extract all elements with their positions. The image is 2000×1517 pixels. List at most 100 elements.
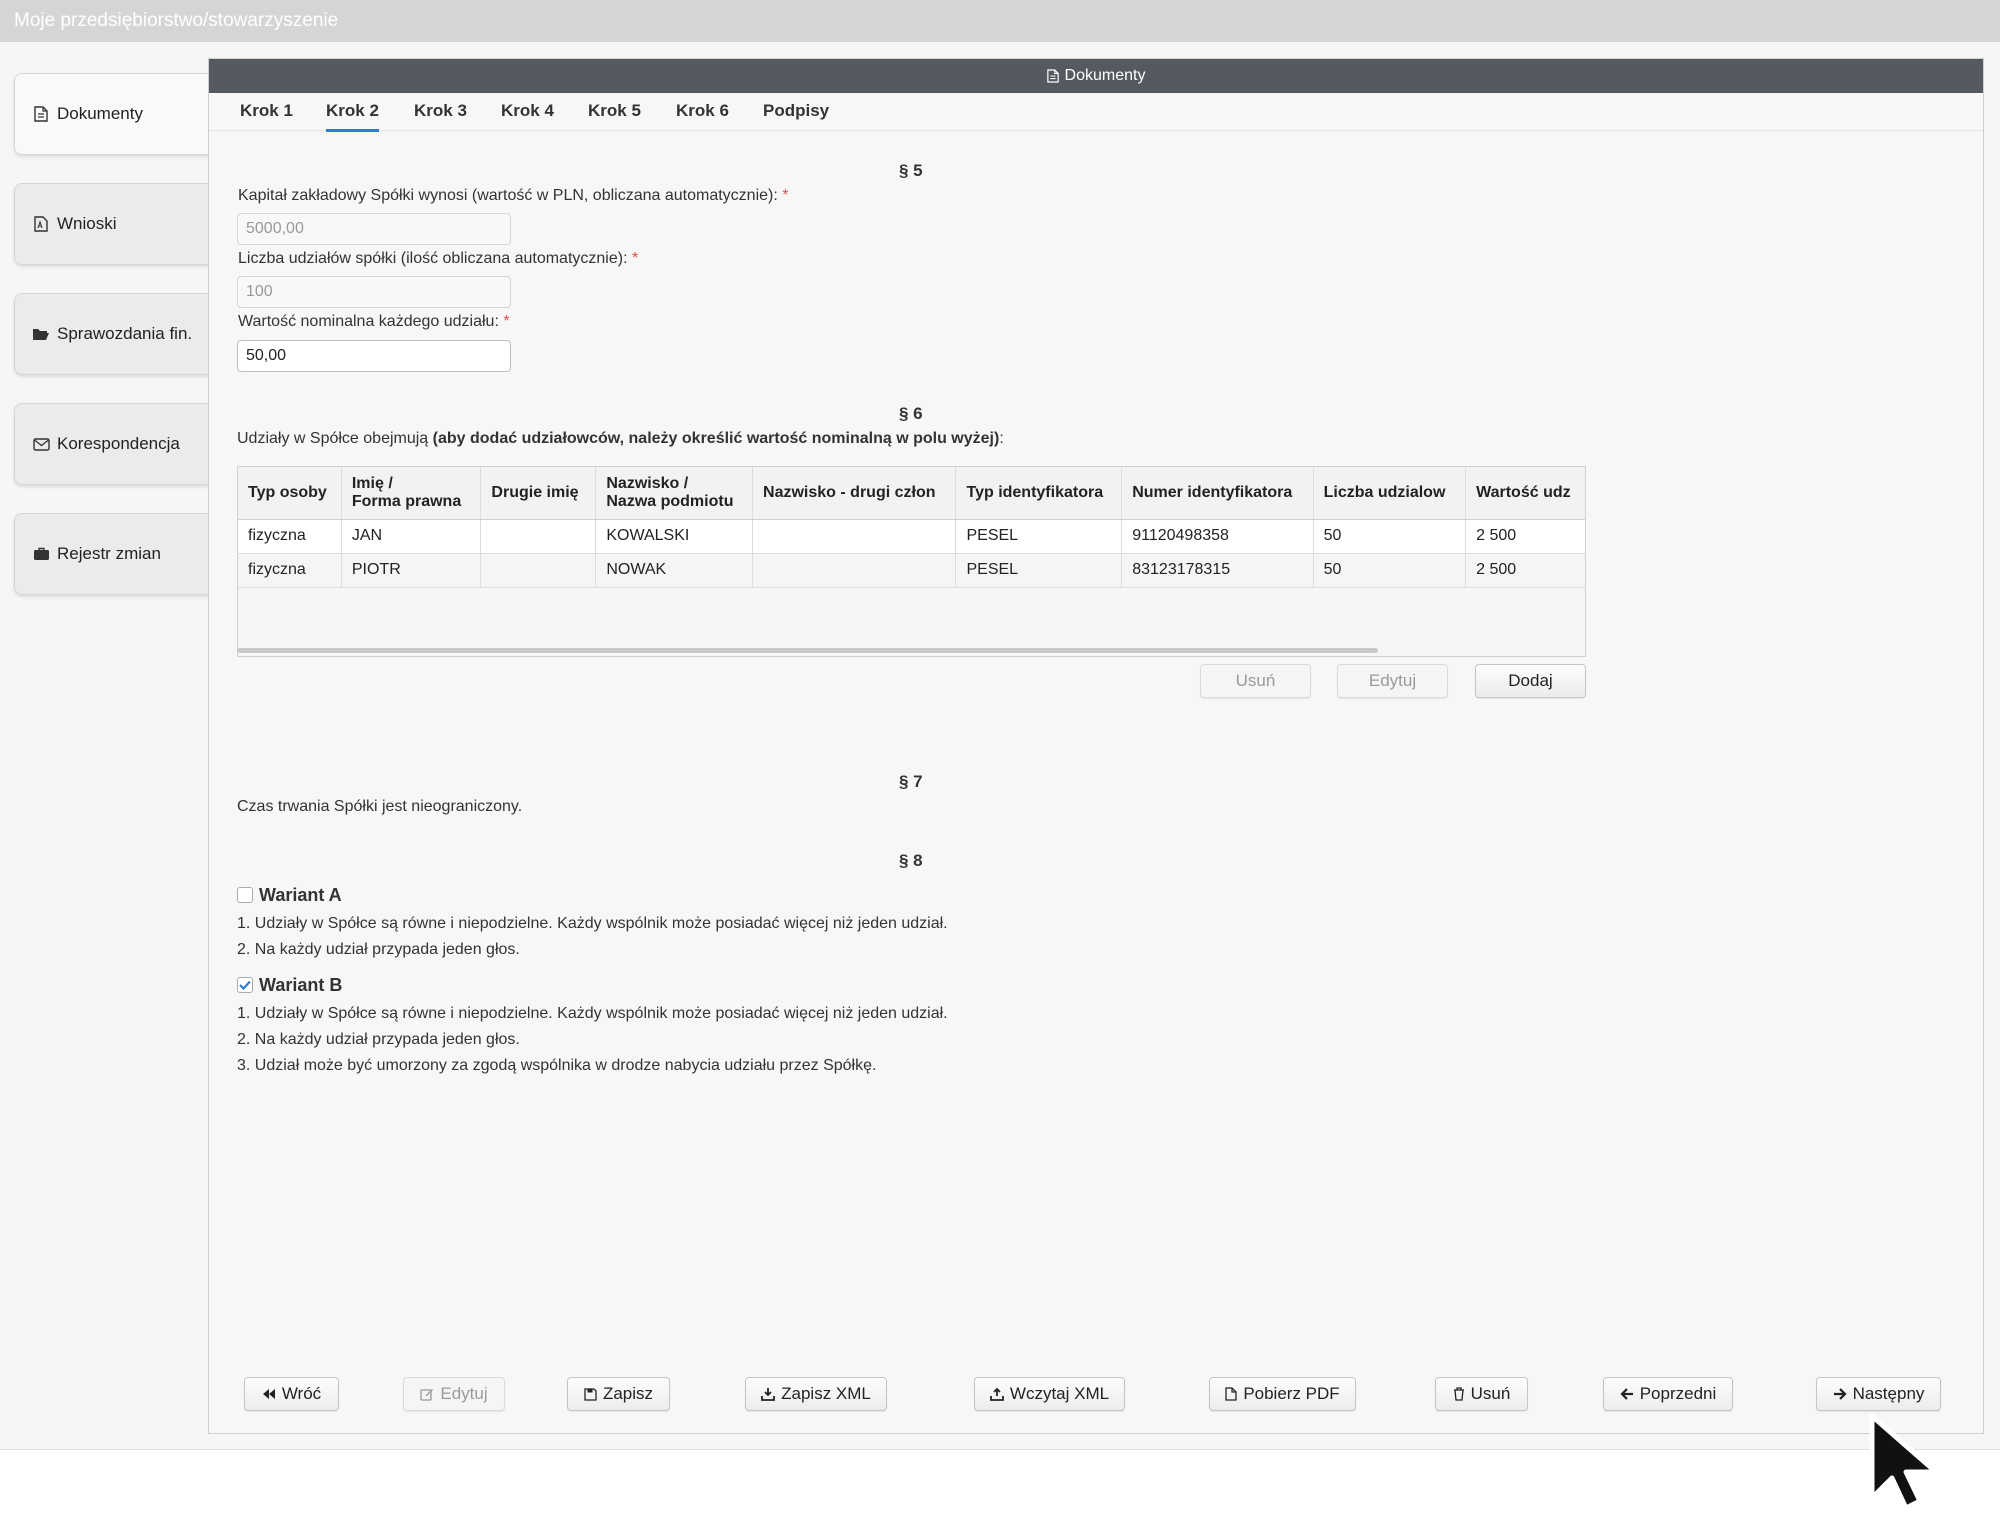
sidebar-item-wnioski[interactable]: Wnioski [14,183,210,265]
previous-button[interactable]: Poprzedni [1603,1377,1733,1411]
edit-document-button[interactable]: Edytuj [403,1377,505,1411]
column-header[interactable]: Nazwisko / Nazwa podmiotu [595,467,754,520]
capital-label: Kapitał zakładowy Spółki wynosi (wartość… [238,187,788,205]
sidebar-item-label: Sprawozdania fin. [57,324,193,343]
delete-label: Usuń [1470,1384,1511,1403]
required-mark: * [503,313,510,330]
table-row[interactable]: fizyczna PIOTR NOWAK PESEL 83123178315 5… [238,553,1585,588]
delete-document-button[interactable]: Usuń [1435,1377,1528,1411]
column-header[interactable]: Liczba udzialow [1313,467,1467,520]
save-button[interactable]: Zapisz [567,1377,670,1411]
mouse-cursor-icon [1866,1412,1942,1517]
document-icon [1046,69,1059,83]
variant-b-line: 1. Udziały w Spółce są równe i niepodzie… [237,1005,948,1022]
cell-person-type: fizyczna [238,553,342,588]
app-title: Moje przedsiębiorstwo/stowarzyszenie [14,10,339,31]
column-header-line: Nazwa podmiotu [606,492,734,510]
fast-backward-icon [262,1388,276,1400]
cell-id-number: 91120498358 [1121,519,1314,554]
cell-share-count: 50 [1313,553,1467,588]
arrow-left-icon [1620,1388,1634,1400]
sidebar-item-korespondencja[interactable]: Korespondencja [14,403,210,485]
sidebar-item-sprawozdania[interactable]: Sprawozdania fin. [14,293,210,375]
save-xml-button[interactable]: Zapisz XML [745,1377,887,1411]
checkmark-icon [239,980,251,990]
tab-krok-4[interactable]: Krok 4 [501,101,554,129]
floppy-disk-icon [584,1387,597,1401]
column-header[interactable]: Typ identyfikatora [955,467,1123,520]
save-xml-label: Zapisz XML [781,1384,871,1403]
variant-b-label[interactable]: Wariant B [259,975,342,996]
next-label: Następny [1852,1384,1925,1403]
column-header-line: Nazwisko / [606,474,689,492]
cell-id-number: 83123178315 [1121,553,1314,588]
remove-shareholder-button[interactable]: Usuń [1200,664,1311,698]
required-mark: * [631,250,639,267]
column-header[interactable]: Drugie imię [480,467,597,520]
intro-bold-text: (aby dodać udziałowców, należy określić … [432,430,1000,447]
shareholders-intro: Udziały w Spółce obejmują (aby dodać udz… [237,430,1004,448]
next-button[interactable]: Następny [1816,1377,1941,1411]
download-pdf-button[interactable]: Pobierz PDF [1209,1377,1356,1411]
tab-krok-5[interactable]: Krok 5 [588,101,641,129]
sidebar-item-label: Wnioski [57,214,117,233]
edit-icon [420,1387,434,1401]
variant-b-line: 2. Na każdy udział przypada jeden głos. [237,1031,520,1048]
previous-label: Poprzedni [1639,1384,1717,1403]
variant-a-line: 1. Udziały w Spółce są równe i niepodzie… [237,915,948,932]
add-shareholder-button[interactable]: Dodaj [1475,664,1586,698]
section-8-heading: § 8 [899,851,923,870]
back-button[interactable]: Wróć [244,1377,339,1411]
nominal-value-field[interactable]: 50,00 [237,340,511,372]
cell-second-name [480,519,597,554]
tab-krok-3[interactable]: Krok 3 [414,101,467,129]
cell-last-name-2 [752,519,957,554]
column-header[interactable]: Imię / Forma prawna [341,467,482,520]
column-header[interactable]: Typ osoby [238,467,342,520]
section-6-heading: § 6 [899,404,923,423]
arrow-right-icon [1833,1388,1847,1400]
cell-last-name: NOWAK [595,553,754,588]
variant-a-checkbox[interactable] [237,887,253,903]
load-xml-button[interactable]: Wczytaj XML [974,1377,1125,1411]
column-header[interactable]: Wartość udz [1465,467,1585,520]
envelope-icon [31,437,51,451]
cell-first-name: JAN [341,519,482,554]
edit-shareholder-button[interactable]: Edytuj [1337,664,1448,698]
required-mark: * [782,187,789,204]
table-horizontal-scrollbar[interactable] [237,648,1378,653]
variant-b-checkbox[interactable] [237,977,253,993]
sidebar-item-dokumenty[interactable]: Dokumenty [14,73,210,155]
section-5-heading: § 5 [899,161,923,180]
panel-title: Dokumenty [1064,67,1146,84]
file-pdf-icon [1225,1387,1237,1401]
step-tabs: Krok 1 Krok 2 Krok 3 Krok 4 Krok 5 Krok … [209,93,1983,132]
sidebar-item-rejestr-zmian[interactable]: Rejestr zmian [14,513,210,595]
edit-button-label: Edytuj [440,1384,488,1403]
table-header-row: Typ osoby Imię / Forma prawna Drugie imię… [238,467,1585,520]
cell-id-type: PESEL [955,553,1123,588]
nominal-label: Wartość nominalna każdego udziału: * [238,313,510,331]
cell-second-name [480,553,597,588]
capital-label-text: Kapitał zakładowy Spółki wynosi (wartość… [238,187,778,204]
tab-krok-2[interactable]: Krok 2 [326,101,379,132]
folder-open-icon [31,327,51,341]
shareholders-table: Typ osoby Imię / Forma prawna Drugie imię… [237,466,1586,657]
save-button-label: Zapisz [602,1384,654,1403]
table-row[interactable]: fizyczna JAN KOWALSKI PESEL 91120498358 … [238,519,1585,554]
cell-person-type: fizyczna [238,519,342,554]
shares-label: Liczba udziałów spółki (ilość obliczana … [238,250,638,268]
briefcase-icon [31,547,51,561]
trash-icon [1453,1387,1465,1401]
column-header[interactable]: Numer identyfikatora [1121,467,1314,520]
column-header[interactable]: Nazwisko - drugi człon [752,467,957,520]
tab-krok-1[interactable]: Krok 1 [240,101,293,129]
intro-text: Udziały w Spółce obejmują [237,430,433,447]
variant-a-label[interactable]: Wariant A [259,885,342,906]
column-header-line: Forma prawna [351,492,462,510]
upload-icon [990,1387,1004,1401]
tab-podpisy[interactable]: Podpisy [763,101,829,129]
tab-krok-6[interactable]: Krok 6 [676,101,729,129]
cell-share-count: 50 [1313,519,1467,554]
file-icon [31,216,51,232]
